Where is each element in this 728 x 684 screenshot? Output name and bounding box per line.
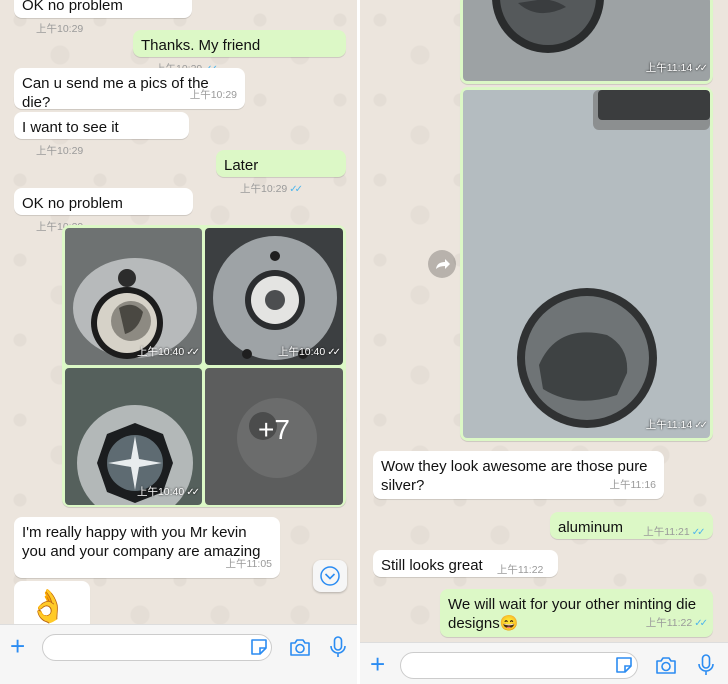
read-receipt-icon: ✓✓ <box>327 347 341 358</box>
chevron-down-icon <box>320 566 340 586</box>
message-incoming[interactable]: OK no problem 上午10:29 <box>14 0 192 35</box>
read-receipt-icon: ✓✓ <box>694 63 708 74</box>
photo-time: 上午11:14 <box>645 419 693 431</box>
album-more-photos[interactable]: +7 <box>205 368 343 505</box>
message-time: 上午11:16 <box>609 479 657 491</box>
camera-icon[interactable] <box>654 653 678 677</box>
input-bar: + <box>0 624 357 684</box>
message-input[interactable] <box>42 634 272 661</box>
message-text: OK no problem <box>22 195 123 212</box>
more-photos-count: +7 <box>258 414 290 445</box>
album-photo[interactable]: 上午10:40 ✓✓ <box>65 228 202 365</box>
read-receipt-icon: ✓✓ <box>694 420 708 431</box>
album-photo[interactable]: 上午10:40 ✓✓ <box>65 368 202 505</box>
message-incoming[interactable]: I'm really happy with you Mr kevin you a… <box>14 517 280 578</box>
message-time: 上午11:22 <box>496 564 544 576</box>
input-bar: + <box>360 642 728 684</box>
chat-pane-right: 上午11:14 ✓✓ 上午11:14 ✓✓ Wow they look awesom… <box>360 0 728 684</box>
message-input[interactable] <box>400 652 638 679</box>
message-time: 上午10:29 <box>36 23 84 35</box>
message-incoming[interactable]: OK no problem 上午10:29 <box>14 188 193 233</box>
message-time: 上午11:22 <box>645 617 693 629</box>
message-time: 上午11:05 <box>225 558 273 570</box>
message-text: OK no problem <box>22 0 123 14</box>
forward-icon <box>436 259 450 269</box>
message-incoming[interactable]: I want to see it 上午10:29 <box>14 112 189 157</box>
photo-time: 上午11:14 <box>645 62 693 74</box>
message-text: Still looks great <box>381 557 483 574</box>
message-outgoing[interactable]: Later 上午10:29 ✓✓ <box>216 150 346 195</box>
message-incoming[interactable]: Still looks great 上午11:22 <box>373 550 558 577</box>
plus-icon[interactable]: + <box>10 633 25 659</box>
read-receipt-icon: ✓✓ <box>691 527 706 538</box>
sticker-icon[interactable] <box>249 637 269 657</box>
read-receipt-icon: ✓✓ <box>694 618 708 629</box>
message-outgoing[interactable]: Thanks. My friend 上午10:29✓✓ <box>133 30 346 75</box>
message-time: 上午10:29 <box>240 183 288 195</box>
photo-time: 上午10:40 <box>136 486 185 498</box>
message-text: Thanks. My friend <box>141 37 261 54</box>
message-time: 上午11:21 <box>643 526 690 538</box>
ok-hand-emoji: 👌 <box>28 588 68 624</box>
scroll-to-bottom-button[interactable] <box>313 560 347 592</box>
microphone-icon[interactable] <box>694 653 718 677</box>
message-text: Later <box>224 157 259 174</box>
message-text: aluminum <box>558 519 624 536</box>
plus-icon[interactable]: + <box>370 651 385 677</box>
read-receipt-icon: ✓✓ <box>186 347 200 358</box>
message-time: 上午10:29 <box>189 89 237 101</box>
photo-message[interactable]: 上午11:14 ✓✓ <box>460 0 713 84</box>
message-text: I want to see it <box>22 119 119 136</box>
chat-pane-left: OK no problem 上午10:29 Thanks. My friend … <box>0 0 358 684</box>
photo-message[interactable]: 上午11:14 ✓✓ <box>460 87 713 441</box>
read-receipt-icon: ✓✓ <box>186 487 200 498</box>
message-incoming[interactable]: Can u send me a pics of the die? 上午10:29 <box>14 68 245 111</box>
photo-album[interactable]: 上午10:40 ✓✓ 上午10:40 ✓✓ 上午10:40 ✓✓ +7 <box>62 225 346 507</box>
message-incoming[interactable]: Wow they look awesome are those pure sil… <box>373 451 664 499</box>
microphone-icon[interactable] <box>326 635 350 659</box>
album-photo[interactable]: 上午10:40 ✓✓ <box>205 228 343 365</box>
message-outgoing[interactable]: aluminum 上午11:21 ✓✓ <box>550 512 713 539</box>
coin-photo <box>463 90 710 438</box>
photo-time: 上午10:40 <box>277 346 326 358</box>
camera-icon[interactable] <box>288 635 312 659</box>
forward-button[interactable] <box>428 250 456 278</box>
read-receipt-icon: ✓✓ <box>289 184 303 195</box>
photo-time: 上午10:40 <box>136 346 185 358</box>
message-time: 上午10:29 <box>36 145 84 157</box>
message-outgoing[interactable]: We will wait for your other minting die … <box>440 589 713 637</box>
sticker-icon[interactable] <box>614 655 634 675</box>
